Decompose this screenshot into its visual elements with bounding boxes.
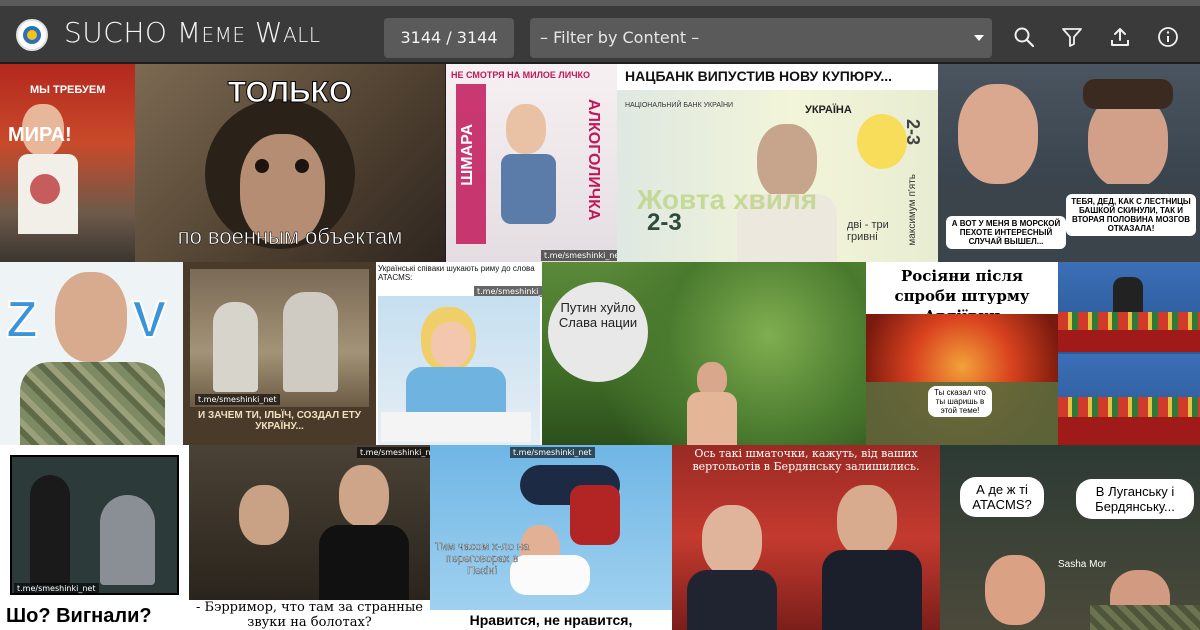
caption-bottom: - Бэрримор, что там за странные звуки на… bbox=[189, 600, 430, 630]
uniform-shape bbox=[20, 362, 165, 445]
chevron-down-icon bbox=[974, 35, 984, 41]
country-label: УКРАЇНА bbox=[805, 104, 852, 116]
face-shape bbox=[55, 272, 127, 362]
vertical-text: максимум п'ять bbox=[907, 174, 918, 246]
meme-tile-figure-skating[interactable]: t.me/smeshinki_net Тим часом х-ло на пер… bbox=[430, 445, 672, 630]
watermark: t.me/smeshinki_net bbox=[14, 583, 99, 594]
meme-tile-avdiivka[interactable]: Росіяни після спроби штурму Авдіївки Ты … bbox=[866, 262, 1058, 445]
face-left bbox=[985, 555, 1045, 625]
face-left bbox=[702, 505, 762, 577]
caption-right: АЛКОГОЛИЧКА bbox=[585, 99, 602, 221]
filter-select-label: – Filter by Content – bbox=[540, 28, 700, 47]
figure-left bbox=[30, 475, 70, 585]
face-right bbox=[339, 465, 389, 527]
body-shape bbox=[501, 154, 556, 224]
caption-left: ШМАРА bbox=[459, 124, 476, 186]
flowers-bottom bbox=[1058, 397, 1200, 417]
torso-shape bbox=[687, 392, 737, 445]
wolf-shape bbox=[100, 495, 155, 585]
face-shape bbox=[506, 104, 546, 154]
filter-icon[interactable] bbox=[1061, 26, 1083, 48]
suit-left bbox=[687, 570, 777, 630]
text-circle bbox=[548, 282, 648, 382]
app-title: SUCHO Meme Wall bbox=[64, 16, 321, 49]
watermark: t.me/smeshinki_net bbox=[541, 250, 617, 261]
upload-icon[interactable] bbox=[1109, 26, 1131, 48]
statue-right bbox=[283, 292, 338, 392]
meme-tile-banknote[interactable]: НАЦБАНК ВИПУСТИВ НОВУ КУПЮРУ... НАЦІОНАЛ… bbox=[617, 64, 938, 262]
info-icon[interactable] bbox=[1157, 26, 1179, 48]
meme-tile-statues[interactable]: t.me/smeshinki_net И ЗАЧЕМ ТИ, ІЛЬЇЧ, СО… bbox=[183, 262, 376, 445]
search-icon[interactable] bbox=[1013, 26, 1035, 48]
caption-top: НАЦБАНК ВИПУСТИВ НОВУ КУПЮРУ... bbox=[625, 68, 893, 84]
sucho-logo[interactable] bbox=[16, 19, 48, 51]
face-right bbox=[837, 485, 897, 557]
speech-bubble-left: А ВОТ У МЕНЯ В МОРСКОЙ ПЕХОТЕ ИНТЕРЕСНЫЙ… bbox=[946, 216, 1066, 249]
speech-bubble-right: ТЕБЯ, ДЕД, КАК С ЛЕСТНИЦЫ БАШКОЙ СКИНУЛИ… bbox=[1066, 194, 1196, 236]
suit-right bbox=[822, 550, 922, 630]
meme-tile-atacms[interactable]: А де ж ті ATACMS? В Луганську і Бердянсь… bbox=[940, 445, 1200, 630]
meme-tile-podium[interactable] bbox=[1058, 262, 1200, 445]
meme-counter: 3144 / 3144 bbox=[384, 18, 514, 58]
app-header: SUCHO Meme Wall 3144 / 3144 – Filter by … bbox=[0, 6, 1200, 62]
letter-right: V bbox=[131, 290, 168, 350]
speech-bubble: Ты сказал что ты шаришь в этой теме! bbox=[928, 386, 992, 417]
caption-bottom: И ЗАЧЕМ ТИ, ІЛЬЇЧ, СОЗДАЛ ЕТУ УКРАЇНУ... bbox=[198, 410, 361, 432]
face-left bbox=[239, 485, 289, 545]
statue-left bbox=[213, 302, 258, 392]
bank-name: НАЦІОНАЛЬНИЙ БАНК УКРАЇНИ bbox=[625, 102, 734, 109]
caption-bottom: Нравится, не нравится, bbox=[430, 610, 672, 630]
face-shape bbox=[431, 322, 471, 367]
meme-tile-man-hedge[interactable]: Путин хуйло Слава нации bbox=[542, 262, 866, 445]
jacket-shape bbox=[570, 485, 620, 545]
caption-top: НЕ СМОТРЯ НА МИЛОЕ ЛИЧКО bbox=[451, 70, 591, 80]
caption-bottom: по военным объектам bbox=[177, 224, 403, 250]
denom-side: 2-3 bbox=[903, 119, 923, 146]
caption-text: МИРА! bbox=[8, 124, 72, 146]
big-title: Жовта хвиля bbox=[637, 184, 818, 215]
paper-shape bbox=[381, 412, 531, 442]
caption-text: МЫ ТРЕБУЕМ bbox=[30, 84, 106, 96]
meme-tile-xi-putin[interactable]: Ось такі шматочки, кажуть, від ваших вер… bbox=[672, 445, 940, 630]
hat-shape bbox=[1083, 79, 1173, 109]
caption-side: Тим часом х-ло на переговорах в Пекіні bbox=[434, 541, 530, 577]
podium-top bbox=[1058, 330, 1200, 352]
name-label: Sasha Mor bbox=[1058, 559, 1107, 570]
eye-shape bbox=[295, 159, 309, 173]
filter-select[interactable]: – Filter by Content – bbox=[530, 18, 992, 58]
flowers-top bbox=[1058, 312, 1200, 330]
caption-top: Ось такі шматочки, кажуть, від ваших вер… bbox=[692, 447, 920, 473]
duck-shape bbox=[857, 114, 907, 169]
eye-shape bbox=[255, 159, 269, 173]
uniform-shape bbox=[1090, 605, 1200, 630]
watermark: t.me/smeshinki_net bbox=[510, 447, 595, 458]
meme-tile-two-men[interactable]: А ВОТ У МЕНЯ В МОРСКОЙ ПЕХОТЕ ИНТЕРЕСНЫЙ… bbox=[938, 64, 1200, 262]
podium-bottom bbox=[1058, 417, 1200, 445]
logo-center bbox=[27, 30, 37, 40]
person-shape bbox=[1113, 277, 1143, 317]
meme-tile-chimp[interactable]: ТОЛЬКО по военным объектам bbox=[135, 64, 445, 262]
suit-shape bbox=[319, 525, 409, 600]
face-left bbox=[958, 84, 1038, 184]
denom-words: дві - три гривні bbox=[847, 219, 889, 243]
caption-bottom: Шо? Вигнали? bbox=[6, 605, 152, 627]
meme-tile-peace-poster[interactable]: МЫ ТРЕБУЕМ МИРА! bbox=[0, 64, 135, 262]
meme-tile-barrymore[interactable]: t.me/smeshinki_net - Бэрримор, что там з… bbox=[189, 445, 430, 630]
speech-bubble-left: А де ж ті ATACMS? bbox=[960, 477, 1044, 517]
meme-tile-cartoon[interactable]: t.me/smeshinki_net Шо? Вигнали? bbox=[0, 445, 189, 630]
letter-left: Z bbox=[5, 290, 39, 350]
meme-tile-girl-writing[interactable]: Українські співаки шукають риму до слова… bbox=[376, 262, 542, 445]
caption-top: ТОЛЬКО bbox=[227, 76, 353, 110]
meme-tile-poster-zakharova[interactable]: НЕ СМОТРЯ НА МИЛОЕ ЛИЧКО ШМАРА АЛКОГОЛИЧ… bbox=[446, 64, 617, 262]
speech-bubble-right: В Луганську і Бердянську... bbox=[1076, 479, 1194, 519]
stain-shape bbox=[30, 174, 60, 204]
caption-top: Українські співаки шукають риму до слова… bbox=[378, 264, 535, 282]
meme-tile-zv-portrait[interactable]: Z V bbox=[0, 262, 183, 445]
watermark: t.me/smeshinki_net bbox=[195, 394, 280, 405]
watermark: t.me/smeshinki_net bbox=[357, 447, 430, 458]
circle-text: Путин хуйло Слава нации bbox=[558, 300, 638, 330]
